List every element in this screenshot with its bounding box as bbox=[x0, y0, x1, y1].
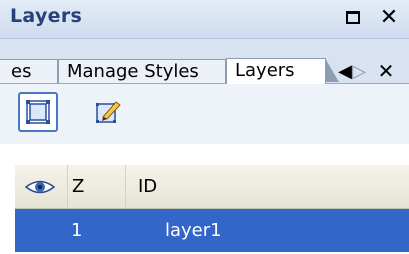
eye-icon bbox=[25, 180, 55, 193]
tab-layers[interactable]: Layers bbox=[226, 58, 339, 84]
column-header-z[interactable]: Z bbox=[67, 165, 125, 208]
tab-label: es bbox=[11, 61, 32, 82]
table-row[interactable]: 1 layer1 bbox=[15, 209, 409, 252]
layers-toolbar bbox=[0, 84, 409, 144]
cell-id-value: layer1 bbox=[165, 220, 222, 241]
tab-partial[interactable]: es bbox=[0, 59, 58, 83]
cell-id: layer1 bbox=[125, 209, 409, 252]
chevron-left-icon: ◀ bbox=[338, 60, 352, 82]
close-icon: ✕ bbox=[379, 4, 399, 30]
column-header-visible[interactable] bbox=[15, 165, 67, 208]
layers-grid: Z ID 1 layer1 bbox=[15, 165, 409, 254]
select-layer-button[interactable] bbox=[18, 92, 58, 132]
close-button[interactable]: ✕ bbox=[378, 4, 400, 30]
maximize-icon bbox=[346, 10, 360, 24]
close-icon: ✕ bbox=[377, 59, 395, 83]
column-header-label: Z bbox=[72, 176, 85, 197]
tab-scroll-left-button[interactable]: ◀ bbox=[338, 59, 352, 83]
tab-strip: es Manage Styles Layers ◀ ▷ ✕ bbox=[0, 39, 409, 84]
tab-label: Manage Styles bbox=[67, 61, 199, 82]
chevron-right-icon: ▷ bbox=[352, 60, 366, 82]
panel-title: Layers bbox=[10, 5, 83, 27]
grid-header: Z ID bbox=[15, 165, 409, 209]
column-header-id[interactable]: ID bbox=[125, 165, 409, 208]
tab-scroll-right-button[interactable]: ▷ bbox=[352, 59, 366, 83]
tab-close-button[interactable]: ✕ bbox=[374, 59, 398, 83]
layers-panel: Layers ✕ es Manage Styles Layers ◀ ▷ ✕ Z… bbox=[0, 0, 409, 254]
panel-titlebar: Layers ✕ bbox=[0, 0, 409, 39]
select-layer-icon bbox=[26, 100, 50, 124]
tab-manage-styles[interactable]: Manage Styles bbox=[58, 59, 239, 83]
tab-label: Layers bbox=[235, 60, 295, 81]
edit-layer-button[interactable] bbox=[88, 92, 128, 132]
maximize-button[interactable] bbox=[342, 4, 364, 30]
cell-z-value: 1 bbox=[71, 220, 83, 241]
edit-layer-icon bbox=[96, 101, 121, 123]
column-header-label: ID bbox=[138, 176, 158, 197]
cell-z: 1 bbox=[67, 209, 125, 252]
